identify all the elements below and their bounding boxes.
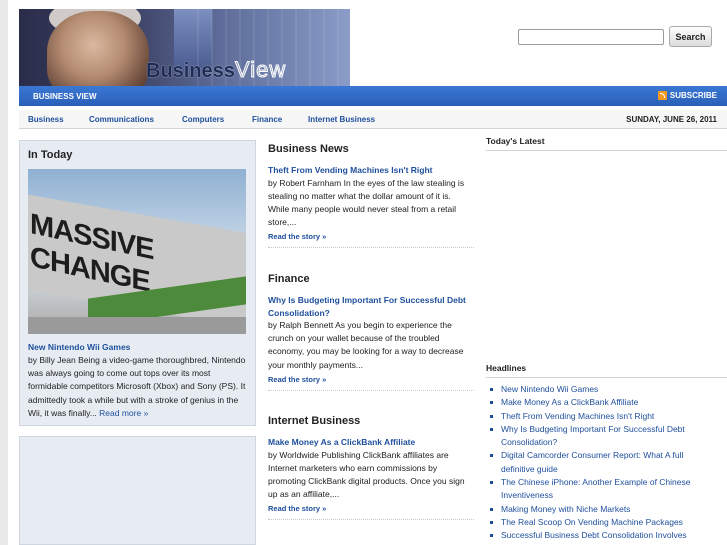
logo-word-business: Business (146, 60, 235, 82)
section-heading: Business News (268, 143, 349, 155)
in-today-image[interactable]: MASSIVE CHANGE (28, 169, 246, 334)
category-computers[interactable]: Computers (182, 115, 224, 124)
read-story-link[interactable]: Read the story » (268, 504, 474, 521)
story-title-link[interactable]: Why Is Budgeting Important For Successfu… (268, 294, 474, 319)
category-business[interactable]: Business (28, 115, 64, 124)
rss-icon (657, 91, 667, 100)
subscribe-label: SUBSCRIBE (669, 91, 717, 100)
category-internet-business[interactable]: Internet Business (308, 115, 375, 124)
headline-item[interactable]: The Chinese iPhone: Another Example of C… (488, 476, 718, 503)
section-heading: Finance (268, 273, 310, 285)
divider (486, 377, 727, 378)
search-input[interactable] (518, 29, 664, 45)
in-today-story-title[interactable]: New Nintendo Wii Games (28, 342, 130, 352)
read-story-link[interactable]: Read the story » (268, 375, 474, 391)
in-today-excerpt: by Billy Jean Being a video-game thoroug… (28, 354, 250, 420)
headlines-heading: Headlines (486, 363, 527, 373)
image-ground (28, 317, 246, 334)
story-excerpt: by Worldwide Publishing ClickBank affili… (268, 449, 465, 500)
headline-item[interactable]: Successful Business Debt Consolidation I… (488, 529, 718, 542)
in-today-box: In Today MASSIVE CHANGE New Nintendo Wii… (19, 140, 256, 426)
site-logo-text: BusinessView (146, 57, 286, 83)
story-excerpt: by Ralph Bennett As you begin to experie… (268, 320, 464, 370)
headline-item[interactable]: Digital Camcorder Consumer Report: What … (488, 449, 718, 476)
read-more-link[interactable]: Read more » (99, 408, 148, 418)
navbar-brand-link[interactable]: BUSINESS VIEW (33, 92, 97, 101)
headline-item[interactable]: Making Money with Niche Markets (488, 503, 718, 516)
headline-item[interactable]: The Real Scoop On Vending Machine Packag… (488, 516, 718, 529)
category-communications[interactable]: Communications (89, 115, 154, 124)
current-date: SUNDAY, JUNE 26, 2011 (626, 115, 717, 124)
headline-item[interactable]: Theft From Vending Machines Isn't Right (488, 410, 718, 423)
search-button[interactable]: Search (669, 26, 712, 47)
category-finance[interactable]: Finance (252, 115, 282, 124)
headline-item[interactable]: Why Is Budgeting Important For Successfu… (488, 423, 718, 450)
banner-photo-person (47, 11, 149, 86)
todays-latest-heading: Today's Latest (486, 136, 545, 146)
story-title-link[interactable]: Theft From Vending Machines Isn't Right (268, 164, 474, 177)
story-title-link[interactable]: Make Money As a ClickBank Affiliate (268, 436, 474, 449)
site-banner-logo[interactable]: BusinessView (19, 9, 350, 86)
section-business-news: Business News Theft From Vending Machine… (268, 143, 474, 249)
headlines-list: New Nintendo Wii Games Make Money As a C… (488, 383, 718, 543)
read-story-link[interactable]: Read the story » (268, 232, 474, 249)
category-nav: Business Communications Computers Financ… (19, 110, 727, 129)
in-today-heading: In Today (28, 149, 73, 161)
headline-item[interactable]: New Nintendo Wii Games (488, 383, 718, 396)
section-finance: Finance Why Is Budgeting Important For S… (268, 273, 474, 391)
story-excerpt: by Robert Farnham In the eyes of the law… (268, 177, 465, 228)
subscribe-link[interactable]: SUBSCRIBE (657, 91, 717, 100)
section-heading: Internet Business (268, 415, 361, 427)
secondary-box (19, 436, 256, 545)
logo-word-view: View (234, 57, 287, 83)
top-navbar: BUSINESS VIEW SUBSCRIBE (19, 86, 727, 106)
page: BusinessView Search BUSINESS VIEW SUBSCR… (8, 0, 727, 545)
section-internet-business: Internet Business Make Money As a ClickB… (268, 415, 474, 521)
divider (486, 150, 727, 151)
headline-item[interactable]: Make Money As a ClickBank Affiliate (488, 396, 718, 409)
